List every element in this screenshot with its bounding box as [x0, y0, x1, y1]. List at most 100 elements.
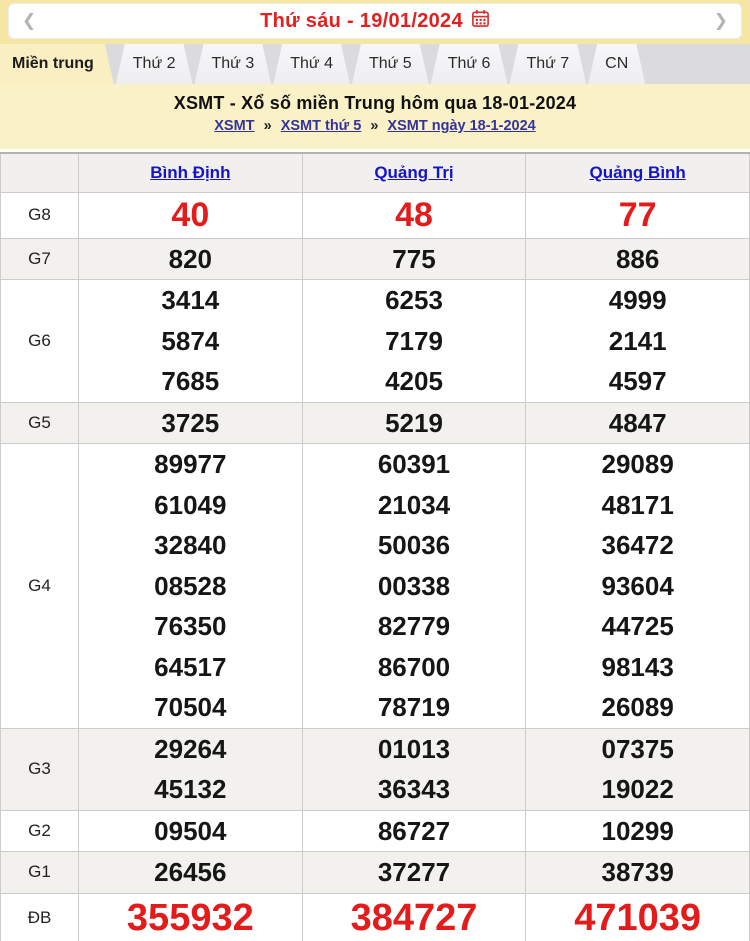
result-number: 82779 — [303, 606, 526, 647]
tab-cn[interactable]: CN — [588, 44, 645, 84]
result-number: 4597 — [526, 361, 749, 402]
result-cell: 341458747685 — [79, 280, 303, 403]
result-cell: 5219 — [302, 402, 526, 444]
page-header: XSMT - Xổ số miền Trung hôm qua 18-01-20… — [0, 84, 750, 149]
result-cell: 775 — [302, 238, 526, 280]
result-number: 4847 — [526, 403, 749, 444]
result-number: 4205 — [303, 361, 526, 402]
result-number: 77 — [526, 193, 749, 238]
result-cell: 38739 — [526, 852, 750, 894]
result-number: 775 — [303, 239, 526, 280]
results-table-head: Bình Định Quảng Trị Quảng Bình — [1, 153, 750, 192]
result-number: 60391 — [303, 444, 526, 485]
result-number: 29264 — [79, 729, 302, 770]
result-cell: 2926445132 — [79, 728, 303, 810]
tab-thu-3[interactable]: Thứ 3 — [195, 44, 272, 84]
results-table: Bình ĐịnhQuảng TrịQuảng Bình G8404877G78… — [0, 152, 750, 941]
result-number: 50036 — [303, 525, 526, 566]
result-number: 5874 — [79, 321, 302, 362]
result-number: 98143 — [526, 647, 749, 688]
result-number: 38739 — [526, 852, 749, 893]
result-number: 7685 — [79, 361, 302, 402]
result-number: 26089 — [526, 687, 749, 728]
tab-mien-trung[interactable]: Miền trung — [0, 44, 114, 84]
prize-label: ĐB — [1, 893, 79, 941]
result-cell: 886 — [526, 238, 750, 280]
next-day-button[interactable]: ❯ — [704, 3, 728, 39]
result-number: 36472 — [526, 525, 749, 566]
result-number: 01013 — [303, 729, 526, 770]
result-cell: 820 — [79, 238, 303, 280]
breadcrumb-separator: » — [370, 118, 378, 134]
breadcrumb-link-xsmt-ngay[interactable]: XSMT ngày 18-1-2024 — [387, 118, 535, 134]
prize-label: G8 — [1, 192, 79, 238]
results-table-body: G8404877G7820775886G63414587476856253717… — [1, 192, 750, 941]
result-number: 3725 — [79, 403, 302, 444]
result-number: 40 — [79, 193, 302, 238]
result-number: 08528 — [79, 566, 302, 607]
result-number: 45132 — [79, 769, 302, 810]
result-cell: 4847 — [526, 402, 750, 444]
prize-label: G6 — [1, 280, 79, 403]
result-number: 3414 — [79, 280, 302, 321]
result-number: 48 — [303, 193, 526, 238]
result-number: 32840 — [79, 525, 302, 566]
breadcrumb-link-xsmt-thu-5[interactable]: XSMT thứ 5 — [281, 118, 362, 134]
result-number: 384727 — [303, 894, 526, 941]
result-number: 886 — [526, 239, 749, 280]
date-navigation-bar: ❮ Thứ sáu - 19/01/2024 ❯ — [0, 0, 750, 44]
date-box: ❮ Thứ sáu - 19/01/2024 ❯ — [8, 3, 742, 39]
result-number: 93604 — [526, 566, 749, 607]
result-number: 86727 — [303, 811, 526, 852]
province-header-quang-tri: Quảng Trị — [302, 153, 526, 192]
breadcrumb-link-xsmt[interactable]: XSMT — [214, 118, 254, 134]
result-number: 26456 — [79, 852, 302, 893]
tab-thu-6[interactable]: Thứ 6 — [431, 44, 508, 84]
province-link-binh-dinh[interactable]: Bình Định — [150, 163, 230, 182]
result-cell: 0737519022 — [526, 728, 750, 810]
result-cell: 86727 — [302, 810, 526, 852]
prize-row-g3: G3292644513201013363430737519022 — [1, 728, 750, 810]
tab-thu-7[interactable]: Thứ 7 — [509, 44, 586, 84]
breadcrumb-separator: » — [264, 118, 272, 134]
result-cell: 48 — [302, 192, 526, 238]
calendar-icon[interactable] — [471, 9, 490, 33]
current-date-label[interactable]: Thứ sáu - 19/01/2024 — [260, 10, 463, 33]
prize-label: G4 — [1, 444, 79, 729]
tab-bar: Miền trungThứ 2Thứ 3Thứ 4Thứ 5Thứ 6Thứ 7… — [0, 44, 750, 84]
result-number: 29089 — [526, 444, 749, 485]
breadcrumb: XSMT » XSMT thứ 5 » XSMT ngày 18-1-2024 — [0, 118, 750, 134]
result-number: 36343 — [303, 769, 526, 810]
prize-row-g4: G489977610493284008528763506451770504603… — [1, 444, 750, 729]
result-number: 37277 — [303, 852, 526, 893]
province-header-quang-binh: Quảng Bình — [526, 153, 750, 192]
province-link-quang-binh[interactable]: Quảng Bình — [589, 163, 685, 182]
tab-thu-2[interactable]: Thứ 2 — [116, 44, 193, 84]
result-number: 10299 — [526, 811, 749, 852]
corner-cell — [1, 153, 79, 192]
result-cell: 0101336343 — [302, 728, 526, 810]
prize-label: G2 — [1, 810, 79, 852]
result-number: 7179 — [303, 321, 526, 362]
result-number: 820 — [79, 239, 302, 280]
result-number: 78719 — [303, 687, 526, 728]
result-number: 89977 — [79, 444, 302, 485]
result-cell: 499921414597 — [526, 280, 750, 403]
result-number: 07375 — [526, 729, 749, 770]
prize-row-g8: G8404877 — [1, 192, 750, 238]
tab-thu-5[interactable]: Thứ 5 — [352, 44, 429, 84]
result-number: 355932 — [79, 894, 302, 941]
result-number: 09504 — [79, 811, 302, 852]
page-title: XSMT - Xổ số miền Trung hôm qua 18-01-20… — [0, 93, 750, 114]
result-number: 21034 — [303, 485, 526, 526]
province-link-quang-tri[interactable]: Quảng Trị — [374, 163, 453, 182]
result-number: 48171 — [526, 485, 749, 526]
result-number: 61049 — [79, 485, 302, 526]
previous-day-button[interactable]: ❮ — [22, 3, 46, 39]
result-number: 86700 — [303, 647, 526, 688]
tab-thu-4[interactable]: Thứ 4 — [273, 44, 350, 84]
result-cell: 40 — [79, 192, 303, 238]
result-number: 44725 — [526, 606, 749, 647]
result-number: 2141 — [526, 321, 749, 362]
result-number: 4999 — [526, 280, 749, 321]
